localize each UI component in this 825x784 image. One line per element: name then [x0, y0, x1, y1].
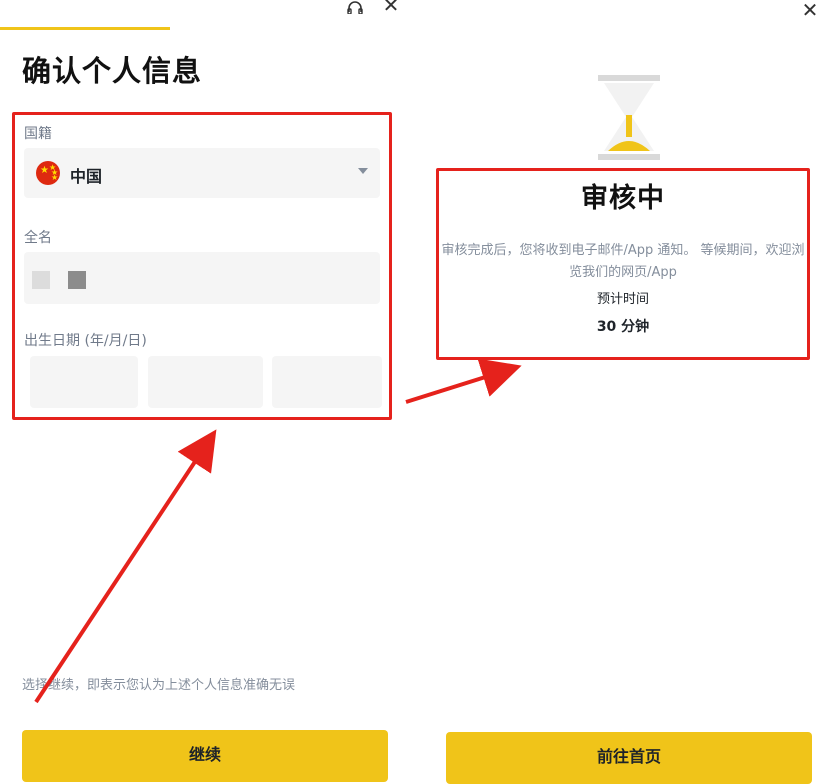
estimate-value: 30 分钟 [596, 319, 650, 335]
page-title: 确认个人信息 [22, 54, 203, 88]
hourglass-icon [598, 75, 660, 160]
progress-bar [0, 27, 170, 30]
close-icon[interactable]: ✕ [382, 0, 400, 15]
estimate-label: 预计时间 [596, 292, 649, 307]
consent-text: 选择继续，即表示您认为上述个人信息准确无误 [22, 678, 296, 693]
continue-button[interactable]: 继续 [22, 730, 388, 782]
headset-icon[interactable] [345, 0, 365, 14]
close-icon[interactable]: ✕ [800, 0, 820, 20]
status-description: 审核完成后，您将收到电子邮件/App 通知。 等候期间，欢迎浏览我们的网页/Ap… [441, 243, 805, 280]
arrow-to-status [405, 358, 522, 404]
status-title: 审核中 [581, 183, 665, 214]
annotation-frame-form [12, 112, 392, 420]
go-home-button[interactable]: 前往首页 [446, 732, 812, 784]
